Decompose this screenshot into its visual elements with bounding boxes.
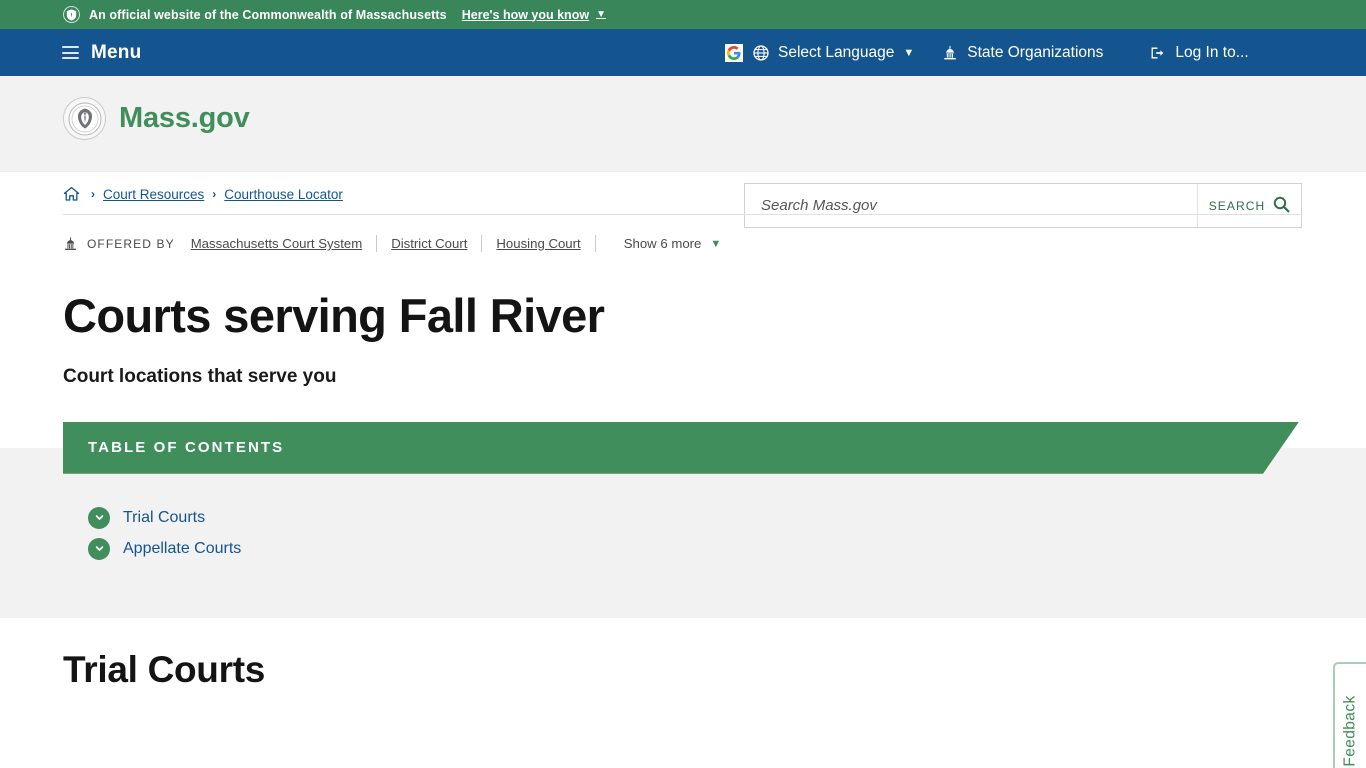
chevron-down-circle-icon xyxy=(88,537,110,560)
toc-banner: TABLE OF CONTENTS xyxy=(63,422,1299,474)
offered-by-divider xyxy=(481,235,483,252)
toc-link-trial-courts[interactable]: Trial Courts xyxy=(123,509,205,527)
utility-nav: Select Language ▼ State Organizations Lo… xyxy=(725,29,1249,76)
mass-gov-logo-link[interactable]: Mass.gov xyxy=(63,97,250,140)
offered-by-row: OFFERED BY Massachusetts Court System Di… xyxy=(0,215,1366,252)
state-organizations-label: State Organizations xyxy=(967,43,1104,61)
breadcrumb-item-courthouse-locator[interactable]: Courthouse Locator xyxy=(224,187,343,202)
sign-in-arrow-icon xyxy=(1149,45,1166,61)
offered-by-org-district-court[interactable]: District Court xyxy=(391,236,467,251)
toc-heading: TABLE OF CONTENTS xyxy=(88,439,285,457)
chevron-down-circle-icon xyxy=(88,506,110,529)
page-content: › Court Resources › Courthouse Locator O… xyxy=(0,172,1366,768)
official-banner-text: An official website of the Commonwealth … xyxy=(89,7,447,22)
offered-by-divider xyxy=(594,235,596,252)
toc-item-appellate-courts[interactable]: Appellate Courts xyxy=(88,537,1366,560)
offered-by-org-housing-court[interactable]: Housing Court xyxy=(496,236,580,251)
feedback-label: Feedback xyxy=(1341,694,1359,767)
feedback-tab[interactable]: Feedback xyxy=(1333,662,1366,768)
breadcrumb-item-court-resources[interactable]: Court Resources xyxy=(103,187,204,202)
chevron-down-icon: ▼ xyxy=(596,9,606,20)
offered-by-org-massachusetts-court-system[interactable]: Massachusetts Court System xyxy=(191,236,363,251)
breadcrumb-separator: › xyxy=(91,187,95,201)
breadcrumb: › Court Resources › Courthouse Locator xyxy=(0,172,1366,202)
log-in-button[interactable]: Log In to... xyxy=(1149,43,1249,62)
offered-by-divider xyxy=(376,235,378,252)
massachusetts-state-seal-icon xyxy=(63,97,106,140)
chevron-down-icon: ▼ xyxy=(710,237,722,250)
hamburger-menu-icon xyxy=(62,46,79,59)
page-subtitle: Court locations that serve you xyxy=(63,365,337,387)
select-language-button[interactable]: Select Language ▼ xyxy=(725,43,915,62)
google-translate-icon xyxy=(725,43,743,62)
toc-list: Trial Courts Appellate Courts xyxy=(0,474,1366,560)
toc-item-trial-courts[interactable]: Trial Courts xyxy=(88,506,1366,529)
show-more-orgs-button[interactable]: Show 6 more ▼ xyxy=(624,236,722,251)
show-more-label: Show 6 more xyxy=(623,236,702,251)
main-navigation-bar: Menu Select Language ▼ State Organizatio… xyxy=(0,29,1366,76)
shield-seal-icon xyxy=(63,6,80,23)
brand-name: Mass.gov xyxy=(119,102,250,134)
official-government-banner: An official website of the Commonwealth … xyxy=(0,0,1366,29)
globe-icon xyxy=(753,44,769,61)
capitol-building-icon xyxy=(942,45,958,60)
log-in-label: Log In to... xyxy=(1175,43,1249,61)
select-language-label: Select Language xyxy=(778,43,895,61)
toc-link-appellate-courts[interactable]: Appellate Courts xyxy=(123,540,241,558)
menu-button[interactable]: Menu xyxy=(62,42,141,64)
how-you-know-label: Here's how you know xyxy=(461,7,590,22)
home-icon[interactable] xyxy=(63,186,80,202)
state-organizations-link[interactable]: State Organizations xyxy=(942,44,1103,62)
table-of-contents: TABLE OF CONTENTS Trial Courts Appellate… xyxy=(0,422,1366,618)
offered-by-label: OFFERED BY xyxy=(87,236,175,251)
chevron-down-icon: ▼ xyxy=(903,46,915,59)
site-header: Mass.gov SEARCH xyxy=(0,76,1366,228)
page-title: Courts serving Fall River xyxy=(63,289,605,342)
menu-button-label: Menu xyxy=(91,41,142,63)
capitol-building-icon xyxy=(63,236,78,251)
breadcrumb-separator: › xyxy=(212,187,217,201)
how-you-know-toggle[interactable]: Here's how you know ▼ xyxy=(462,8,606,22)
